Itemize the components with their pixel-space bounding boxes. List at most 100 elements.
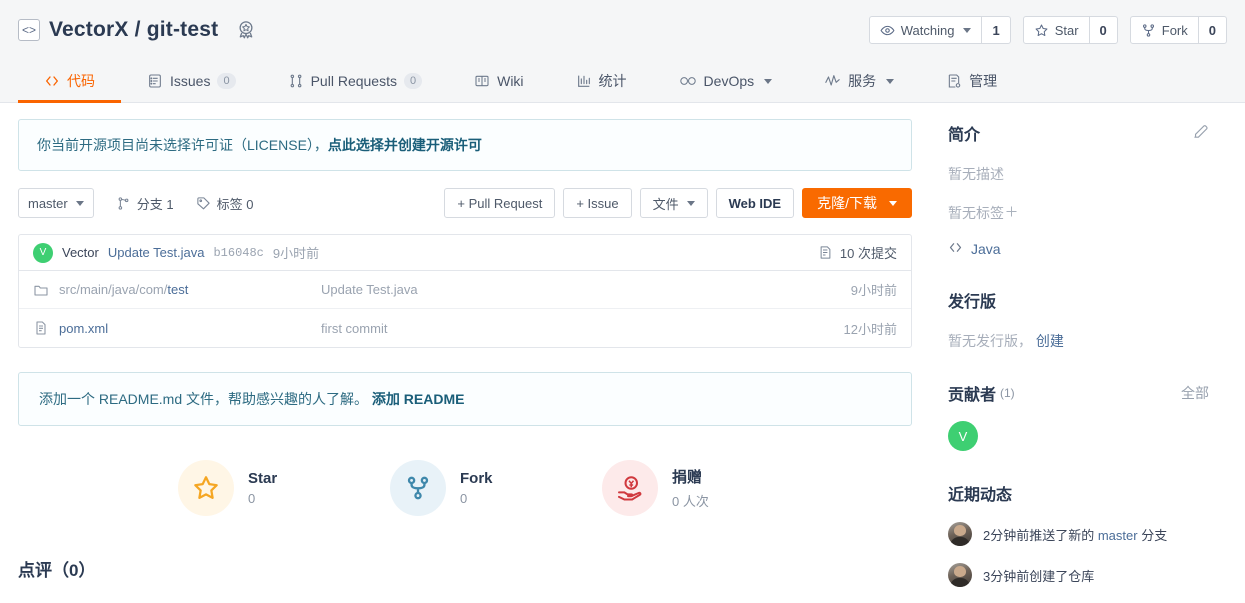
repo-title: <> VectorX / git-test <box>18 18 257 42</box>
file-name[interactable]: pom.xml <box>59 321 321 336</box>
contributors-section-header: 贡献者 (1) 全部 <box>948 381 1209 405</box>
fork-action[interactable]: Fork 0 <box>390 460 602 516</box>
releases-section: 发行版 暂无发行版， 创建 <box>948 288 1209 351</box>
commit-author[interactable]: Vector <box>62 245 99 260</box>
file-name[interactable]: src/main/java/com/test <box>59 282 321 297</box>
watch-count[interactable]: 1 <box>981 17 1009 43</box>
file-commit-time: 12小时前 <box>843 321 897 337</box>
fork-button-group[interactable]: Fork 0 <box>1129 16 1227 44</box>
page-title[interactable]: VectorX / git-test <box>49 18 218 42</box>
new-issue-button[interactable]: + Issue <box>563 188 632 218</box>
watch-button-group[interactable]: Watching 1 <box>868 16 1011 44</box>
branches-link[interactable]: 分支 1 <box>116 194 174 213</box>
donate-action[interactable]: 捐赠 0 人次 <box>602 460 814 516</box>
new-pull-request-button[interactable]: + Pull Request <box>444 188 556 218</box>
fork-action-label: Fork <box>460 470 493 487</box>
file-icon <box>33 320 59 336</box>
files-dropdown-button[interactable]: 文件 <box>639 188 708 218</box>
about-tags: 暂无标签 <box>948 203 1209 223</box>
commit-count-link[interactable]: 10 次提交 <box>818 243 897 262</box>
activity-pulse-icon <box>824 73 841 89</box>
list-item[interactable]: 2分钟前推送了新的 master 分支 <box>948 522 1209 546</box>
table-row[interactable]: src/main/java/com/test Update Test.java … <box>19 271 911 309</box>
tab-pull-requests[interactable]: Pull Requests 0 <box>262 60 449 102</box>
clone-download-button[interactable]: 克隆/下载 <box>802 188 912 218</box>
avatar[interactable]: V <box>948 421 978 451</box>
file-path-link[interactable]: pom.xml <box>59 321 108 336</box>
star-button[interactable]: Star <box>1024 17 1089 43</box>
user-photo-avatar[interactable] <box>948 522 972 546</box>
medal-badge-icon[interactable] <box>235 19 257 41</box>
commit-time: 9小时前 <box>272 246 320 261</box>
tab-pull-requests-label: Pull Requests <box>310 73 397 89</box>
readme-notice-link[interactable]: 添加 README <box>372 391 465 407</box>
about-tags-text: 暂无标签 <box>948 205 1004 221</box>
chart-bar-icon <box>576 73 592 89</box>
file-commit-message[interactable]: Update Test.java <box>321 282 851 297</box>
tab-services[interactable]: 服务 <box>798 60 920 102</box>
releases-section-header: 发行版 <box>948 288 1209 312</box>
web-ide-button[interactable]: Web IDE <box>715 188 795 218</box>
chevron-down-icon <box>686 200 695 206</box>
user-photo-avatar[interactable] <box>948 563 972 587</box>
toolbar-actions: + Pull Request + Issue 文件 Web IDE 克隆/下载 <box>444 188 912 218</box>
star-action-label: Star <box>248 470 278 487</box>
about-language[interactable]: Java <box>948 240 1209 258</box>
branches-label: 分支 1 <box>136 196 174 212</box>
page-body: 你当前开源项目尚未选择许可证（LICENSE），点此选择并创建开源许可 mast… <box>0 103 1245 587</box>
releases-empty: 暂无发行版， 创建 <box>948 331 1209 351</box>
license-notice-link[interactable]: 点此选择并创建开源许可 <box>328 137 482 153</box>
tab-devops[interactable]: DevOps <box>653 60 799 102</box>
fork-button[interactable]: Fork <box>1131 17 1198 43</box>
contributors-all-link[interactable]: 全部 <box>1181 383 1209 403</box>
tab-statistics[interactable]: 统计 <box>550 60 653 102</box>
tab-wiki[interactable]: Wiki <box>448 60 549 102</box>
tags-link[interactable]: 标签 0 <box>196 194 253 213</box>
about-title: 简介 <box>948 127 981 144</box>
commit-sha[interactable]: b16048c <box>213 246 263 260</box>
donate-hand-yuan-icon <box>602 460 658 516</box>
chevron-down-icon <box>764 78 773 84</box>
tab-code[interactable]: 代码 <box>18 60 121 103</box>
file-path-prefix: src/main/java/com/ <box>59 282 168 297</box>
tag-icon <box>196 196 210 209</box>
releases-empty-text: 暂无发行版， <box>948 333 1032 349</box>
avatar[interactable]: V <box>33 242 53 263</box>
about-description-text: 暂无描述 <box>948 166 1004 182</box>
activity-highlight[interactable]: master <box>1098 528 1138 543</box>
branch-selector[interactable]: master <box>18 188 94 218</box>
tab-issues-count: 0 <box>217 73 236 89</box>
repo-toolbar: master 分支 1 标签 0 + Pull Request + Issue … <box>18 188 912 218</box>
tab-manage[interactable]: 管理 <box>920 60 1023 102</box>
branch-icon <box>118 196 129 210</box>
fork-count[interactable]: 0 <box>1197 17 1226 43</box>
fork-action-text: Fork 0 <box>460 470 493 506</box>
plus-icon[interactable] <box>1004 204 1019 222</box>
commit-list-icon <box>820 246 831 259</box>
create-release-link[interactable]: 创建 <box>1036 331 1064 351</box>
repository-page: <> VectorX / git-test Watching 1 Star 0 … <box>0 0 1245 603</box>
star-count[interactable]: 0 <box>1088 17 1117 43</box>
tab-pull-requests-count: 0 <box>403 73 423 89</box>
commit-message[interactable]: Update Test.java <box>108 245 205 260</box>
tab-code-label: 代码 <box>67 73 95 89</box>
donate-action-value: 0 人次 <box>672 494 709 509</box>
watch-button[interactable]: Watching <box>870 17 982 43</box>
file-commit-message[interactable]: first commit <box>321 321 844 336</box>
activity-title: 近期动态 <box>948 487 1013 504</box>
edit-pencil-icon[interactable] <box>1192 123 1209 143</box>
contributors-title: 贡献者 <box>948 387 997 404</box>
list-item[interactable]: 3分钟前创建了仓库 <box>948 563 1209 587</box>
about-description: 暂无描述 <box>948 164 1209 184</box>
table-row[interactable]: pom.xml first commit 12小时前 <box>19 309 911 347</box>
star-action[interactable]: Star 0 <box>178 460 390 516</box>
star-button-group[interactable]: Star 0 <box>1022 16 1118 44</box>
chevron-down-icon <box>75 200 84 206</box>
pull-request-icon <box>288 73 304 89</box>
activity-prefix: 3分钟前创建了仓库 <box>983 568 1095 584</box>
tab-issues[interactable]: Issues 0 <box>121 60 262 102</box>
license-notice: 你当前开源项目尚未选择许可证（LICENSE），点此选择并创建开源许可 <box>18 119 912 171</box>
contributors-count: (1) <box>1000 386 1015 400</box>
file-path-link[interactable]: test <box>167 282 188 297</box>
main-column: 你当前开源项目尚未选择许可证（LICENSE），点此选择并创建开源许可 mast… <box>18 103 912 587</box>
